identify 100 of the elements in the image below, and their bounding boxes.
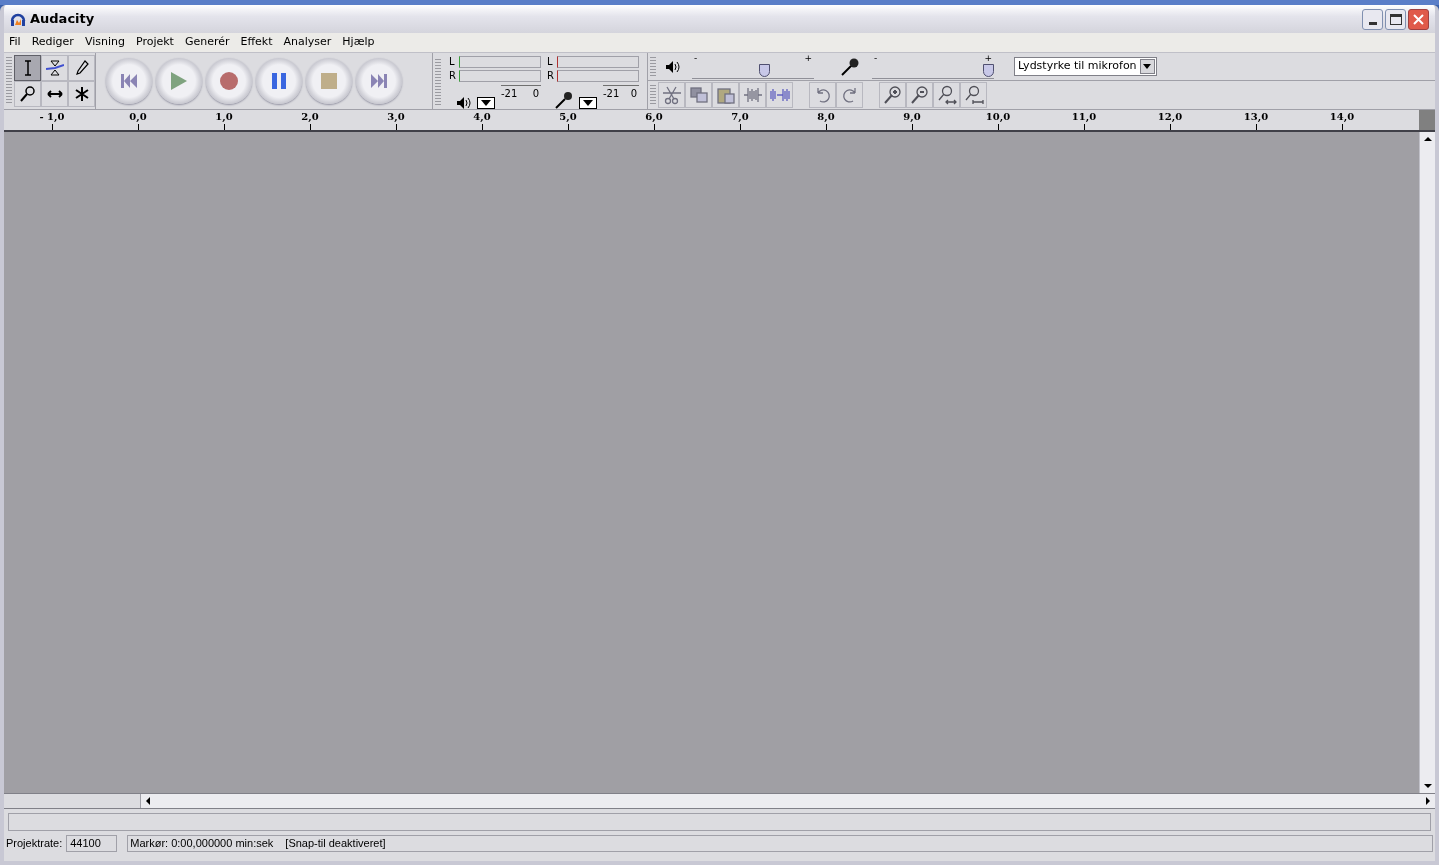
menu-item[interactable]: Hjælp [342, 34, 375, 51]
caret-icon [583, 100, 593, 106]
stop-icon [321, 73, 337, 89]
ruler-label: 0,0 [129, 112, 147, 122]
caret-icon [481, 100, 491, 106]
edit-tool-button[interactable] [960, 82, 987, 108]
transport-button[interactable] [256, 58, 302, 104]
menu-item[interactable]: Analyser [283, 34, 332, 51]
edit-tool-button[interactable] [933, 82, 960, 108]
close-button[interactable] [1408, 8, 1429, 30]
headphones-logo-icon [10, 11, 26, 27]
toolbar-grip[interactable] [435, 59, 441, 105]
waveform-trim-icon [742, 85, 763, 105]
ruler-label: 6,0 [645, 112, 663, 122]
ruler-label: 9,0 [903, 112, 921, 122]
toolbar-grip[interactable] [6, 57, 12, 105]
edit-tool-button[interactable] [658, 82, 685, 108]
menu-item[interactable]: Fil [9, 34, 21, 51]
meter-menu-button[interactable] [579, 97, 597, 109]
edit-tool-button[interactable] [906, 82, 933, 108]
meter-scale-label: 0 [630, 89, 637, 99]
scissors-icon [661, 85, 682, 105]
ruler-corner [1419, 110, 1435, 130]
transport-button[interactable] [306, 58, 352, 104]
cursor-position-text: Markør: 0:00,000000 min:sek [130, 836, 274, 852]
minimize-button[interactable] [1362, 8, 1383, 30]
speaker-icon [666, 60, 680, 73]
meter-menu-button[interactable] [477, 97, 495, 109]
edit-tool-button[interactable] [879, 82, 906, 108]
ruler-label: - 1,0 [39, 112, 65, 122]
toolbar-grip[interactable] [650, 57, 656, 76]
channel-label: L [547, 57, 554, 67]
meter-scale-label: 0 [532, 89, 539, 99]
ruler-label: 4,0 [473, 112, 491, 122]
zoom-in-icon [882, 85, 903, 105]
zoom-out-icon [909, 85, 930, 105]
channel-label: R [547, 71, 555, 81]
vertical-scrollbar[interactable] [1419, 132, 1435, 793]
magnifier-icon [18, 85, 37, 103]
slider-min-label: - [694, 54, 698, 63]
transport-button[interactable] [156, 58, 202, 104]
toolbar-grip[interactable] [650, 85, 656, 105]
horizontal-scrollbar[interactable] [141, 794, 1435, 808]
edit-tool-button[interactable] [685, 82, 712, 108]
meter-scale-label: -21 [501, 89, 518, 99]
tool-button[interactable] [14, 55, 41, 81]
tool-button[interactable] [41, 81, 68, 107]
caret-icon [1143, 64, 1152, 69]
microphone-icon [555, 91, 573, 109]
envelope-icon [45, 59, 64, 77]
ruler-label: 3,0 [387, 112, 405, 122]
ruler-label: 14,0 [1329, 112, 1355, 122]
skip-end-icon [371, 74, 387, 88]
project-rate-label: Projektrate: [6, 836, 63, 852]
menu-item[interactable]: Visning [84, 34, 125, 51]
menu-item[interactable]: Projekt [135, 34, 174, 51]
edit-tool-button[interactable] [809, 82, 836, 108]
maximize-icon [1389, 13, 1402, 25]
slider-thumb[interactable] [758, 64, 770, 77]
tool-button[interactable] [41, 55, 68, 81]
tool-button[interactable] [68, 81, 95, 107]
tool-button[interactable] [14, 81, 41, 107]
meter-scale-label: -21 [603, 89, 620, 99]
microphone-icon [840, 56, 860, 77]
input-source-dropdown[interactable]: Lydstyrke til mikrofon [1014, 57, 1157, 76]
speaker-icon [457, 97, 471, 109]
project-rate-field[interactable]: 44100 [66, 835, 118, 852]
skip-start-icon [121, 74, 137, 88]
volume-slider-track[interactable] [872, 64, 994, 79]
channel-label: R [449, 71, 457, 81]
zoom-fit-project-icon [963, 85, 984, 105]
transport-button[interactable] [356, 58, 402, 104]
i-beam-icon [23, 60, 32, 76]
tool-button[interactable] [68, 55, 95, 81]
edit-tool-button[interactable] [712, 82, 739, 108]
ruler-label: 1,0 [215, 112, 233, 122]
edit-tool-button[interactable] [836, 82, 863, 108]
zoom-fit-selection-icon [936, 85, 957, 105]
ruler-label: 13,0 [1243, 112, 1269, 122]
maximize-button[interactable] [1385, 8, 1406, 30]
volume-slider-track[interactable] [692, 64, 814, 79]
transport-button[interactable] [106, 58, 152, 104]
ruler-label: 2,0 [301, 112, 319, 122]
ruler-label: 7,0 [731, 112, 749, 122]
ruler-label: 5,0 [559, 112, 577, 122]
edit-tool-button[interactable] [739, 82, 766, 108]
ruler-label: 11,0 [1071, 112, 1097, 122]
slider-max-label: + [804, 54, 812, 63]
transport-button[interactable] [206, 58, 252, 104]
slider-max-label: + [984, 54, 992, 63]
copy-icon [688, 85, 709, 105]
channel-label: L [449, 57, 456, 67]
menu-item[interactable]: Effekt [240, 34, 273, 51]
minimize-icon [1368, 21, 1377, 25]
record-icon [220, 72, 238, 90]
clipboard-icon [715, 85, 736, 105]
menu-item[interactable]: Generér [184, 34, 230, 51]
menu-item[interactable]: Rediger [31, 34, 74, 51]
ruler-label: 12,0 [1157, 112, 1183, 122]
slider-thumb[interactable] [983, 64, 994, 77]
